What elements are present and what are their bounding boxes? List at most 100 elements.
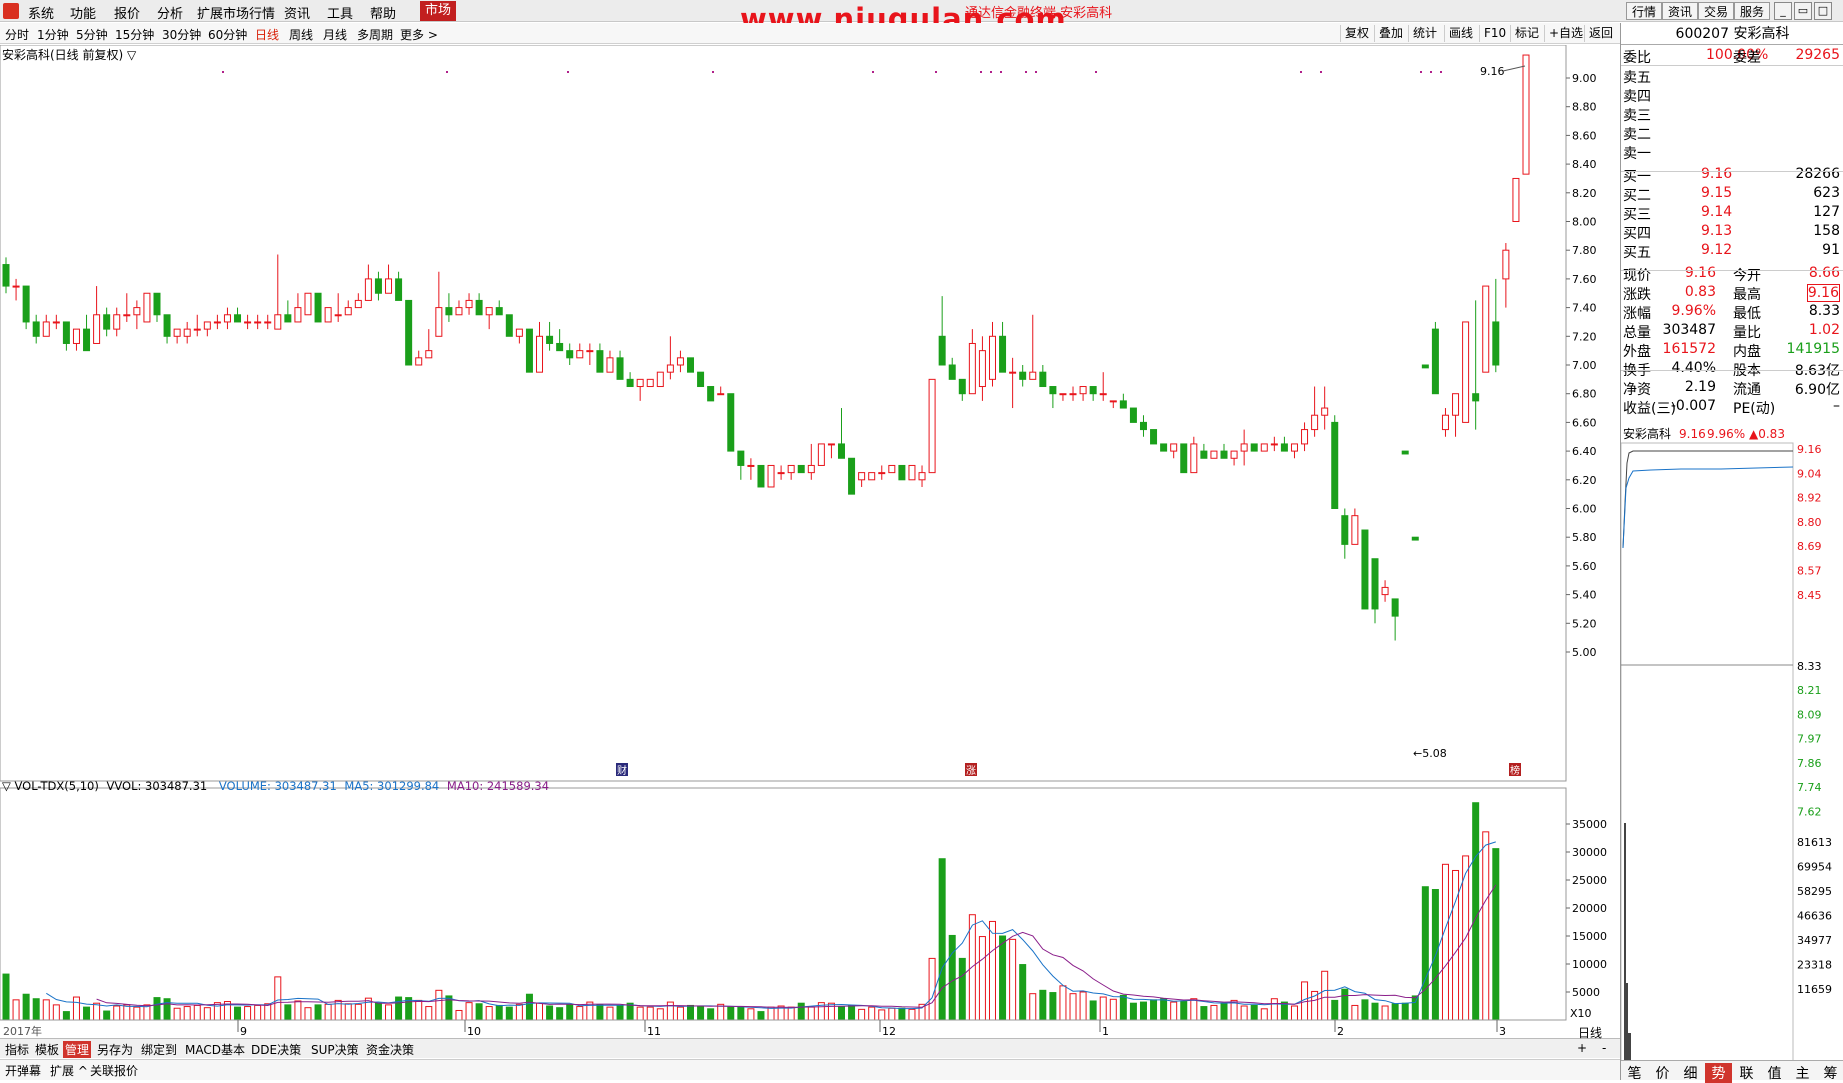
volume-bar xyxy=(1411,995,1419,1021)
rtab-chou[interactable]: 筹 xyxy=(1817,1063,1843,1083)
volume-bar xyxy=(1170,1001,1178,1021)
tab-template[interactable]: 模板 xyxy=(33,1041,61,1058)
menu-system[interactable]: 系统 xyxy=(28,3,54,22)
menu-ext-market[interactable]: 扩展市场行情 xyxy=(197,3,275,22)
tab-bind[interactable]: 绑定到 xyxy=(139,1041,179,1058)
rtab-bi[interactable]: 笔 xyxy=(1621,1063,1648,1083)
top-btn-zixun[interactable]: 资讯 xyxy=(1662,2,1699,20)
volume-bar xyxy=(767,1006,775,1021)
period-60min[interactable]: 60分钟 xyxy=(208,26,247,43)
candle-body xyxy=(1301,429,1309,445)
period-1min[interactable]: 1分钟 xyxy=(37,26,69,43)
volume-bar xyxy=(244,1006,252,1021)
wd-value: 29265 xyxy=(1795,47,1840,63)
rtab-xi[interactable]: 细 xyxy=(1677,1063,1704,1083)
kline-svg[interactable]: 9.00 8.80 8.60 8.40 8.20 8.00 7.80 7.60 7.40 7.20… xyxy=(0,45,1620,1040)
restore-icon[interactable]: ▭ xyxy=(1794,2,1812,20)
candle-body xyxy=(133,307,141,316)
candle-body xyxy=(1129,407,1137,423)
menu-tools[interactable]: 工具 xyxy=(327,3,353,22)
quote-row: 委比 100.00% 委差 29265 xyxy=(1621,47,1843,66)
period-weekly[interactable]: 周线 xyxy=(289,26,313,43)
volume-bar xyxy=(1391,1003,1399,1021)
top-btn-jiaoyi[interactable]: 交易 xyxy=(1698,2,1735,20)
menu-quote[interactable]: 报价 xyxy=(114,3,140,22)
tab-macd[interactable]: MACD基本 xyxy=(183,1041,247,1058)
maximize-icon[interactable]: □ xyxy=(1814,2,1832,20)
menu-analysis[interactable]: 分析 xyxy=(157,3,183,22)
minimize-icon[interactable]: _ xyxy=(1774,2,1792,20)
volume-bar xyxy=(83,1006,91,1021)
tool-back[interactable]: 返回 xyxy=(1584,25,1617,42)
top-btn-hangqing[interactable]: 行情 xyxy=(1626,2,1663,20)
rtab-lian[interactable]: 联 xyxy=(1733,1063,1760,1083)
period-fenshi[interactable]: 分时 xyxy=(5,26,29,43)
zoom-in-button[interactable]: + xyxy=(1575,1041,1589,1055)
tool-zixuan[interactable]: +自选 xyxy=(1544,25,1587,42)
tab-capital[interactable]: 资金决策 xyxy=(364,1041,416,1058)
candle-body xyxy=(385,278,393,294)
status-expand[interactable]: 扩展 ^ xyxy=(48,1062,90,1079)
vol-axis-label: 15000 xyxy=(1572,930,1607,943)
sell-level-label: 卖二 xyxy=(1623,127,1651,143)
rtab-zhu[interactable]: 主 xyxy=(1789,1063,1816,1083)
period-label[interactable]: 日线 xyxy=(1578,1024,1602,1041)
event-dot xyxy=(446,71,448,73)
menu-market[interactable]: 市场 xyxy=(420,1,457,21)
period-more[interactable]: 更多 > xyxy=(400,26,438,43)
status-linked-quote[interactable]: 关联报价 xyxy=(88,1062,140,1079)
kline-chart-area[interactable]: 安彩高科(日线 前复权) ▽ 9.00 8.80 8.60 8.40 8.20 8.00 7… xyxy=(0,45,1620,1045)
status-danmu[interactable]: 开弹幕 xyxy=(3,1062,43,1079)
candle-body xyxy=(576,350,584,359)
mini-axis-green: 7.74 xyxy=(1797,781,1822,794)
volume-bar xyxy=(1331,999,1339,1021)
tool-biaoji[interactable]: 标记 xyxy=(1510,25,1543,42)
rtab-jia[interactable]: 价 xyxy=(1649,1063,1676,1083)
event-dot xyxy=(1000,71,1002,73)
tool-fuquan[interactable]: 复权 xyxy=(1340,25,1373,42)
candle-body xyxy=(1109,400,1117,403)
volume-bar xyxy=(324,1003,332,1021)
menu-function[interactable]: 功能 xyxy=(70,3,96,22)
candle-body xyxy=(395,278,403,301)
quote-row: 买三 9.14 127 xyxy=(1621,204,1843,223)
period-monthly[interactable]: 月线 xyxy=(323,26,347,43)
mini-pct: 9.96% xyxy=(1707,427,1745,441)
top-btn-fuwu[interactable]: 服务 xyxy=(1734,2,1771,20)
tab-sup[interactable]: SUP决策 xyxy=(309,1041,361,1058)
menu-news[interactable]: 资讯 xyxy=(284,3,310,22)
menu-help[interactable]: 帮助 xyxy=(370,3,396,22)
tool-huaxian[interactable]: 画线 xyxy=(1444,25,1477,42)
tab-dde[interactable]: DDE决策 xyxy=(249,1041,303,1058)
zoom-out-button[interactable]: - xyxy=(1600,1041,1608,1055)
period-15min[interactable]: 15分钟 xyxy=(115,26,154,43)
tab-indicator[interactable]: 指标 xyxy=(3,1041,31,1058)
event-dot xyxy=(872,71,874,73)
period-30min[interactable]: 30分钟 xyxy=(162,26,201,43)
stat-value2: 141915 xyxy=(1786,341,1840,357)
stat-value2: – xyxy=(1833,398,1840,414)
period-5min[interactable]: 5分钟 xyxy=(76,26,108,43)
tool-diejia[interactable]: 叠加 xyxy=(1374,25,1407,42)
period-multi[interactable]: 多周期 xyxy=(357,26,393,43)
volume-header: ▽ VOL-TDX(5,10) VVOL: 303487.31 VOLUME: … xyxy=(2,779,549,793)
intraday-mini-chart[interactable]: 安彩高科 9.16 9.96% ▲0.839.169.048.928.808.698.… xyxy=(1621,423,1843,1073)
vol-indicator-name[interactable]: ▽ VOL-TDX(5,10) xyxy=(2,779,99,793)
stat-label2: 量比 xyxy=(1733,325,1761,341)
volume-bar xyxy=(284,1004,292,1021)
rtab-zhi[interactable]: 值 xyxy=(1761,1063,1788,1083)
tab-manage[interactable]: 管理 xyxy=(63,1041,92,1058)
period-daily[interactable]: 日线 xyxy=(255,26,279,43)
tab-save-as[interactable]: 另存为 xyxy=(95,1041,135,1058)
rtab-shi[interactable]: 势 xyxy=(1705,1063,1732,1083)
volume-bar xyxy=(1139,1001,1147,1021)
buy-volume: 127 xyxy=(1813,204,1840,220)
candle-body xyxy=(354,299,362,309)
tool-tongji[interactable]: 统计 xyxy=(1408,25,1441,42)
candle-body xyxy=(203,321,211,330)
candle-body xyxy=(1150,429,1158,445)
app-logo-icon[interactable] xyxy=(3,3,19,19)
price-axis-label: 5.60 xyxy=(1572,560,1597,573)
tool-f10[interactable]: F10 xyxy=(1479,25,1510,42)
mini-vol-axis: 58295 xyxy=(1797,885,1832,898)
